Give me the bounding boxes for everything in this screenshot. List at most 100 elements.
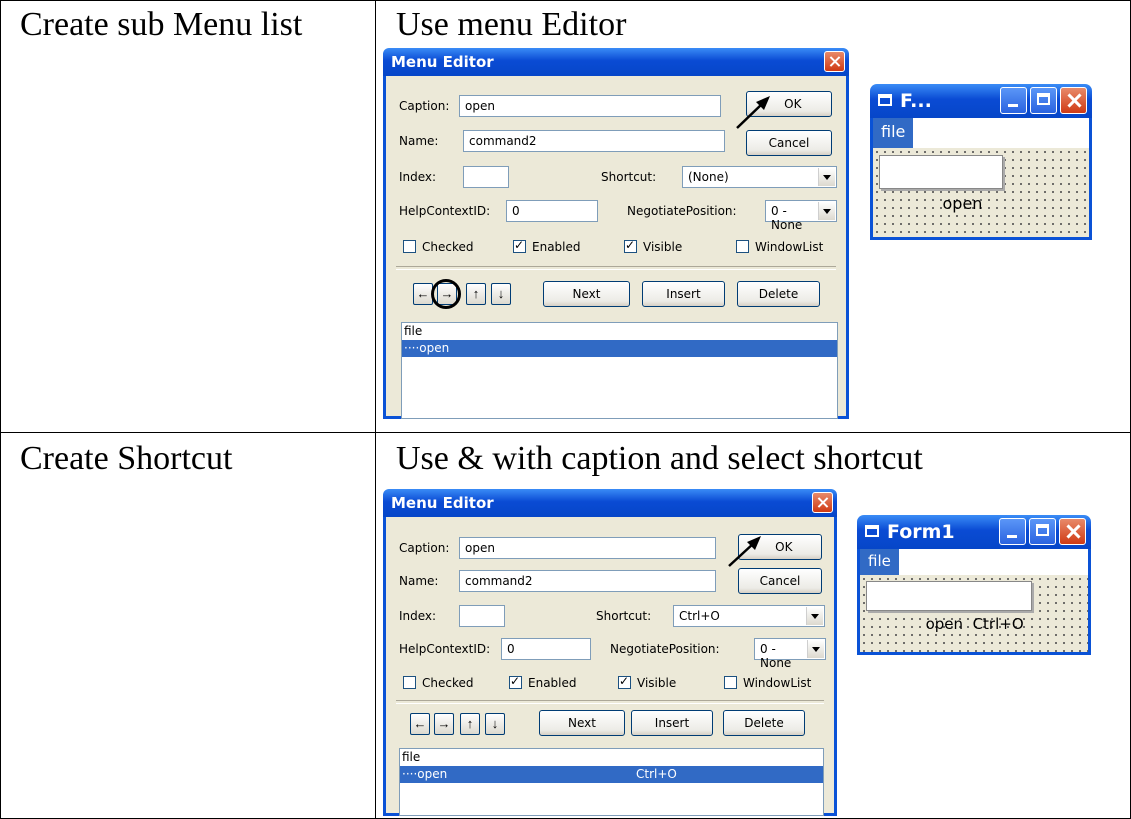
arrow-up-button[interactable]: ↑: [460, 713, 480, 735]
form-title: Form1: [887, 521, 955, 543]
chevron-down-icon[interactable]: [807, 640, 824, 658]
row1-label-cell: [0, 0, 376, 433]
arrow-up-button[interactable]: ↑: [466, 283, 486, 305]
helpcontextid-input[interactable]: 0: [501, 638, 591, 660]
list-item[interactable]: ····open Ctrl+O: [400, 766, 823, 783]
enabled-checkbox[interactable]: Enabled: [513, 238, 581, 254]
visible-checkbox[interactable]: Visible: [618, 674, 676, 690]
negotiateposition-select[interactable]: 0 - None: [754, 638, 826, 670]
maximize-icon[interactable]: [1029, 518, 1056, 545]
caption-input[interactable]: open: [459, 95, 721, 117]
menu-editor-title: Menu Editor: [391, 53, 494, 71]
arrow-left-button[interactable]: ←: [413, 283, 433, 305]
ok-button[interactable]: OK: [746, 91, 832, 117]
delete-button[interactable]: Delete: [737, 281, 820, 307]
windowlist-checkbox[interactable]: WindowList: [724, 676, 811, 690]
shortcut-label: Shortcut:: [601, 170, 657, 184]
file-dropdown: open: [879, 155, 1003, 213]
separator: [396, 700, 824, 704]
separator: [396, 266, 836, 270]
form-titlebar: F...: [870, 84, 1092, 118]
arrow-down-button[interactable]: ↓: [491, 283, 511, 305]
menu-item-open[interactable]: open: [943, 194, 983, 213]
ok-button[interactable]: OK: [738, 534, 822, 560]
next-button[interactable]: Next: [539, 710, 625, 736]
insert-button[interactable]: Insert: [642, 281, 725, 307]
menu-editor-window-1: Menu Editor Caption: open OK Name: comma…: [383, 48, 849, 419]
next-button[interactable]: Next: [543, 281, 630, 307]
form-title: F...: [900, 90, 932, 112]
list-item-shortcut: Ctrl+O: [636, 767, 677, 781]
helpcontextid-label: HelpContextID:: [399, 642, 491, 656]
name-label: Name:: [399, 574, 439, 588]
windowlist-checkbox[interactable]: WindowList: [736, 240, 823, 254]
chevron-down-icon[interactable]: [806, 607, 823, 625]
name-label: Name:: [399, 134, 439, 148]
form-menubar: file: [873, 118, 1089, 148]
caption-label: Caption:: [399, 541, 450, 555]
document-table: Create sub Menu list Use menu Editor Cre…: [0, 0, 1131, 819]
file-dropdown: open Ctrl+O: [866, 581, 1032, 633]
form-window-2: Form1 file open Ctrl+O: [857, 515, 1091, 655]
checked-checkbox[interactable]: Checked: [403, 676, 474, 690]
index-label: Index:: [399, 609, 437, 623]
caption-input[interactable]: open: [459, 537, 716, 559]
row2-title: Use & with caption and select shortcut: [396, 440, 923, 477]
delete-button[interactable]: Delete: [723, 710, 805, 736]
highlight-circle: [431, 279, 461, 309]
form-window-1: F... file open: [870, 84, 1092, 240]
cancel-button[interactable]: Cancel: [746, 130, 832, 156]
menu-editor-titlebar: Menu Editor: [383, 489, 837, 517]
arrow-right-button[interactable]: →: [434, 713, 454, 735]
close-icon[interactable]: [812, 492, 833, 513]
negotiateposition-label: NegotiatePosition:: [610, 642, 720, 656]
name-input[interactable]: command2: [463, 130, 725, 152]
menu-file[interactable]: file: [860, 549, 899, 575]
close-icon[interactable]: [1059, 518, 1086, 545]
chevron-down-icon[interactable]: [818, 202, 835, 220]
enabled-checkbox[interactable]: Enabled: [509, 674, 577, 690]
name-input[interactable]: command2: [459, 570, 716, 592]
menu-file[interactable]: file: [873, 118, 914, 148]
maximize-icon[interactable]: [1030, 87, 1057, 114]
menu-item-open[interactable]: open Ctrl+O: [926, 615, 1024, 633]
list-item[interactable]: file: [402, 323, 837, 340]
close-icon[interactable]: [824, 51, 845, 72]
negotiateposition-select[interactable]: 0 - None: [765, 200, 837, 232]
shortcut-label: Shortcut:: [596, 609, 652, 623]
row2-label: Create Shortcut: [20, 440, 233, 477]
list-item[interactable]: file: [400, 749, 823, 766]
row1-label: Create sub Menu list: [20, 6, 303, 43]
menu-editor-titlebar: Menu Editor: [383, 48, 849, 76]
helpcontextid-label: HelpContextID:: [399, 204, 491, 218]
form-titlebar: Form1: [857, 515, 1091, 549]
visible-checkbox[interactable]: Visible: [624, 238, 682, 254]
menu-list[interactable]: file ····open: [401, 322, 838, 419]
window-icon: [878, 94, 892, 106]
cancel-button[interactable]: Cancel: [738, 568, 822, 594]
chevron-down-icon[interactable]: [818, 168, 835, 186]
index-input[interactable]: [463, 166, 509, 188]
shortcut-select[interactable]: (None): [682, 166, 837, 188]
form-menubar: file: [860, 549, 1088, 575]
row1-title: Use menu Editor: [396, 6, 627, 43]
minimize-icon[interactable]: [1000, 87, 1027, 114]
close-icon[interactable]: [1060, 87, 1087, 114]
arrow-down-button[interactable]: ↓: [485, 713, 505, 735]
negotiateposition-label: NegotiatePosition:: [627, 204, 737, 218]
menu-list[interactable]: file ····open Ctrl+O: [399, 748, 824, 816]
list-item[interactable]: ····open: [402, 340, 837, 357]
shortcut-select[interactable]: Ctrl+O: [673, 605, 825, 627]
checked-checkbox[interactable]: Checked: [403, 240, 474, 254]
window-icon: [865, 525, 879, 537]
row2-label-cell: [0, 432, 376, 819]
insert-button[interactable]: Insert: [631, 710, 713, 736]
arrow-left-button[interactable]: ←: [410, 713, 430, 735]
minimize-icon[interactable]: [999, 518, 1026, 545]
menu-editor-window-2: Menu Editor Caption: open OK Name: comma…: [383, 489, 837, 816]
menu-editor-title: Menu Editor: [391, 494, 494, 512]
index-label: Index:: [399, 170, 437, 184]
helpcontextid-input[interactable]: 0: [506, 200, 598, 222]
caption-label: Caption:: [399, 99, 450, 113]
index-input[interactable]: [459, 605, 505, 627]
